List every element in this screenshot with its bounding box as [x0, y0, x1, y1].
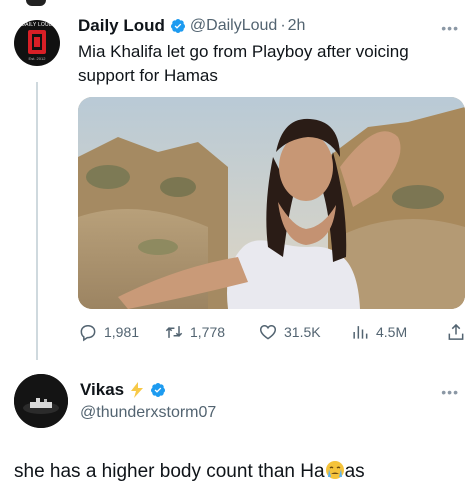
lightning-icon	[131, 382, 144, 398]
retweet-count: 1,778	[190, 324, 226, 340]
timestamp[interactable]: 2h	[288, 17, 306, 35]
like-count: 31.5K	[284, 324, 321, 340]
like-button[interactable]: 31.5K	[258, 322, 321, 342]
reply-button[interactable]: 1,981	[78, 322, 139, 342]
reply-header: Vikas	[80, 380, 166, 400]
separator: ·	[280, 17, 286, 34]
avatar-logo-text: DAILY LOUD	[21, 22, 53, 28]
tweet-media-image[interactable]	[78, 97, 465, 309]
reply-more-options-icon[interactable]: •••	[441, 384, 459, 400]
share-button[interactable]	[446, 322, 472, 342]
views-button[interactable]: 4.5M	[350, 322, 407, 342]
reply-text: she has a higher body count than Ha as	[14, 460, 365, 483]
tweet-text: Mia Khalifa let go from Playboy after vo…	[78, 42, 409, 85]
views-icon	[353, 326, 368, 339]
reply-author-name[interactable]: Vikas	[80, 380, 124, 400]
reply-author-handle[interactable]: @thunderxstorm07	[80, 404, 216, 422]
daily-loud-logo-icon	[28, 30, 46, 54]
tweet-header: Daily Loud @DailyLoud · 2h	[78, 15, 305, 37]
avatar[interactable]: DAILY LOUD Est. 2012	[14, 20, 60, 66]
author-handle[interactable]: @DailyLoud	[190, 17, 277, 35]
reply-text-before: she has a higher body count than Ha	[14, 461, 325, 482]
top-sliver	[26, 0, 46, 6]
reply-icon	[80, 325, 96, 342]
reply-count: 1,981	[104, 324, 140, 340]
reply-avatar-image	[14, 374, 68, 428]
share-icon	[448, 323, 464, 340]
avatar-logo-sub: Est. 2012	[28, 56, 46, 61]
more-options-icon[interactable]: •••	[441, 20, 459, 36]
crying-face-icon	[325, 461, 344, 479]
verified-badge-icon	[151, 383, 166, 397]
verified-badge-icon	[170, 19, 185, 33]
retweet-button[interactable]: 1,778	[164, 322, 225, 342]
author-name[interactable]: Daily Loud	[78, 16, 165, 36]
thread-line	[36, 82, 38, 360]
retweet-icon	[165, 326, 183, 338]
media-photo	[78, 97, 465, 309]
tweet-actions: 1,981 1,778 31.5K 4.5M	[78, 322, 468, 346]
reply-text-after: as	[344, 461, 365, 482]
views-count: 4.5M	[376, 324, 408, 340]
heart-icon	[259, 324, 277, 340]
reply-avatar[interactable]	[14, 374, 68, 428]
